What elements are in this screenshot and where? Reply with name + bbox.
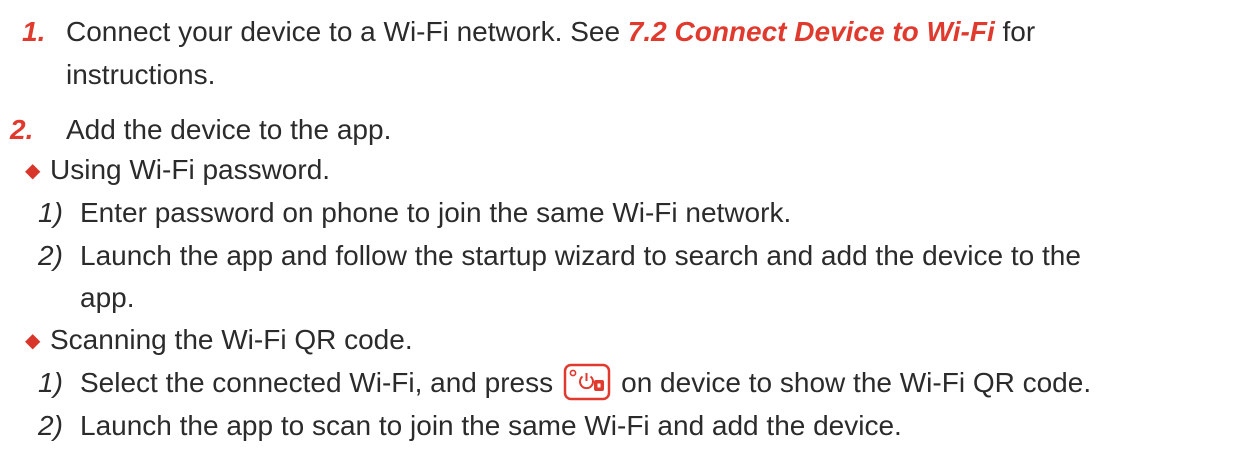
substep-text: Select the connected Wi-Fi, and press on … (80, 363, 1092, 404)
substep-text: Launch the app to scan to join the same … (80, 410, 902, 441)
section-reference-link[interactable]: 7.2 Connect Device to Wi-Fi (628, 16, 995, 47)
power-button-icon (563, 363, 611, 401)
step-text-after: for (994, 16, 1036, 47)
substep-text: Launch the app and follow the startup wi… (80, 240, 1081, 271)
substep-number: 2) (38, 410, 63, 441)
substep-number: 1) (38, 197, 63, 228)
diamond-bullet-icon: ◆ (25, 160, 41, 182)
method-title: Scanning the Wi-Fi QR code. (50, 324, 413, 355)
substep-number: 2) (38, 240, 63, 271)
substep-number: 1) (38, 367, 63, 398)
substep-text-before: Select the connected Wi-Fi, and press (80, 367, 554, 398)
substep-text: Enter password on phone to join the same… (80, 197, 792, 228)
step-text: Connect your device to a Wi-Fi network. … (66, 14, 1035, 50)
substep-text-continuation: app. (80, 282, 135, 313)
step-text-before: Connect your device to a Wi-Fi network. … (66, 16, 628, 47)
diamond-bullet-icon: ◆ (25, 330, 41, 352)
step-number: 1. (22, 16, 46, 47)
substep-text-after: on device to show the Wi-Fi QR code. (621, 367, 1092, 398)
step-text-continuation: instructions. (66, 59, 216, 90)
step-number: 2. (10, 114, 34, 145)
step-text: Add the device to the app. (66, 114, 392, 145)
method-title: Using Wi-Fi password. (50, 154, 331, 185)
